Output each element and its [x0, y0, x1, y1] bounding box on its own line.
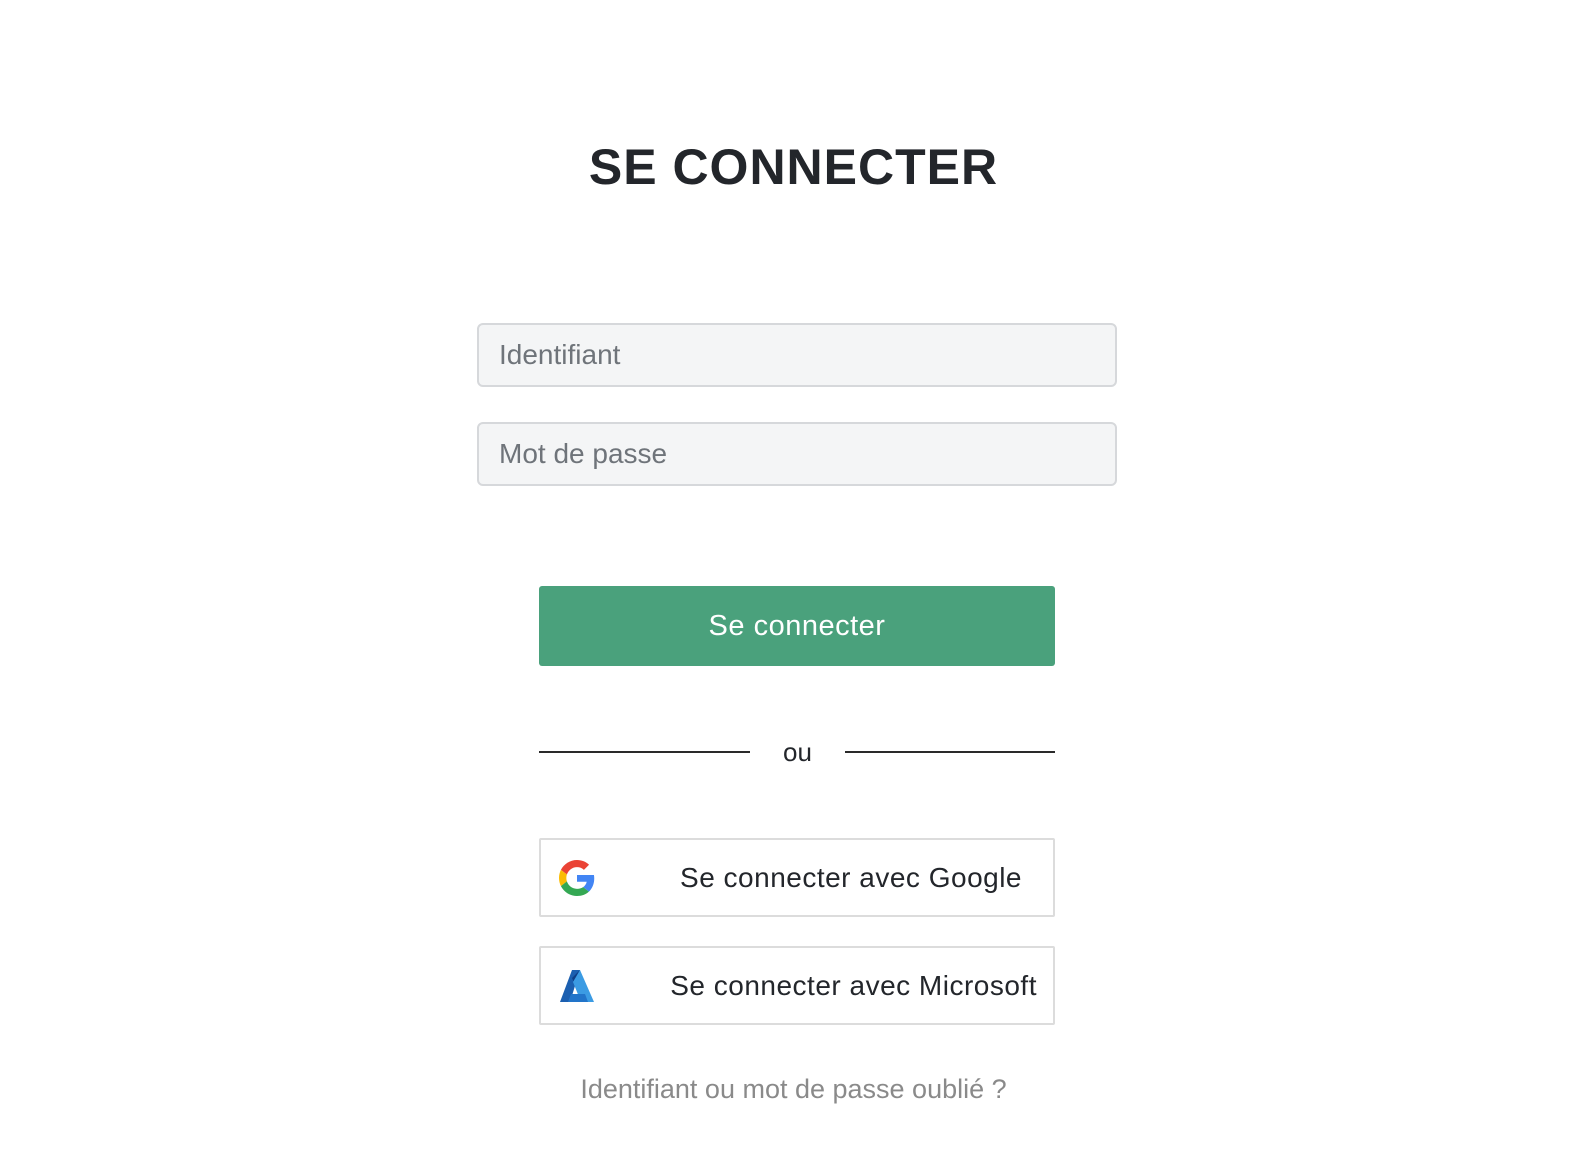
microsoft-login-button[interactable]: Se connecter avec Microsoft — [539, 946, 1055, 1025]
login-page: SE CONNECTER Se connecter ou Se connecte… — [0, 0, 1587, 1163]
forgot-credentials-link[interactable]: Identifiant ou mot de passe oublié ? — [0, 1074, 1587, 1105]
google-login-label: Se connecter avec Google — [680, 862, 1022, 893]
divider-line-right — [845, 751, 1055, 753]
divider-line-left — [539, 751, 750, 753]
google-logo-icon — [559, 860, 595, 896]
divider-text: ou — [783, 737, 812, 767]
password-input[interactable] — [477, 422, 1117, 486]
google-login-button[interactable]: Se connecter avec Google — [539, 838, 1055, 917]
login-button[interactable]: Se connecter — [539, 586, 1055, 666]
page-title: SE CONNECTER — [588, 139, 999, 195]
azure-logo-icon — [560, 970, 594, 1002]
username-input[interactable] — [477, 323, 1117, 387]
microsoft-login-label: Se connecter avec Microsoft — [670, 970, 1037, 1001]
